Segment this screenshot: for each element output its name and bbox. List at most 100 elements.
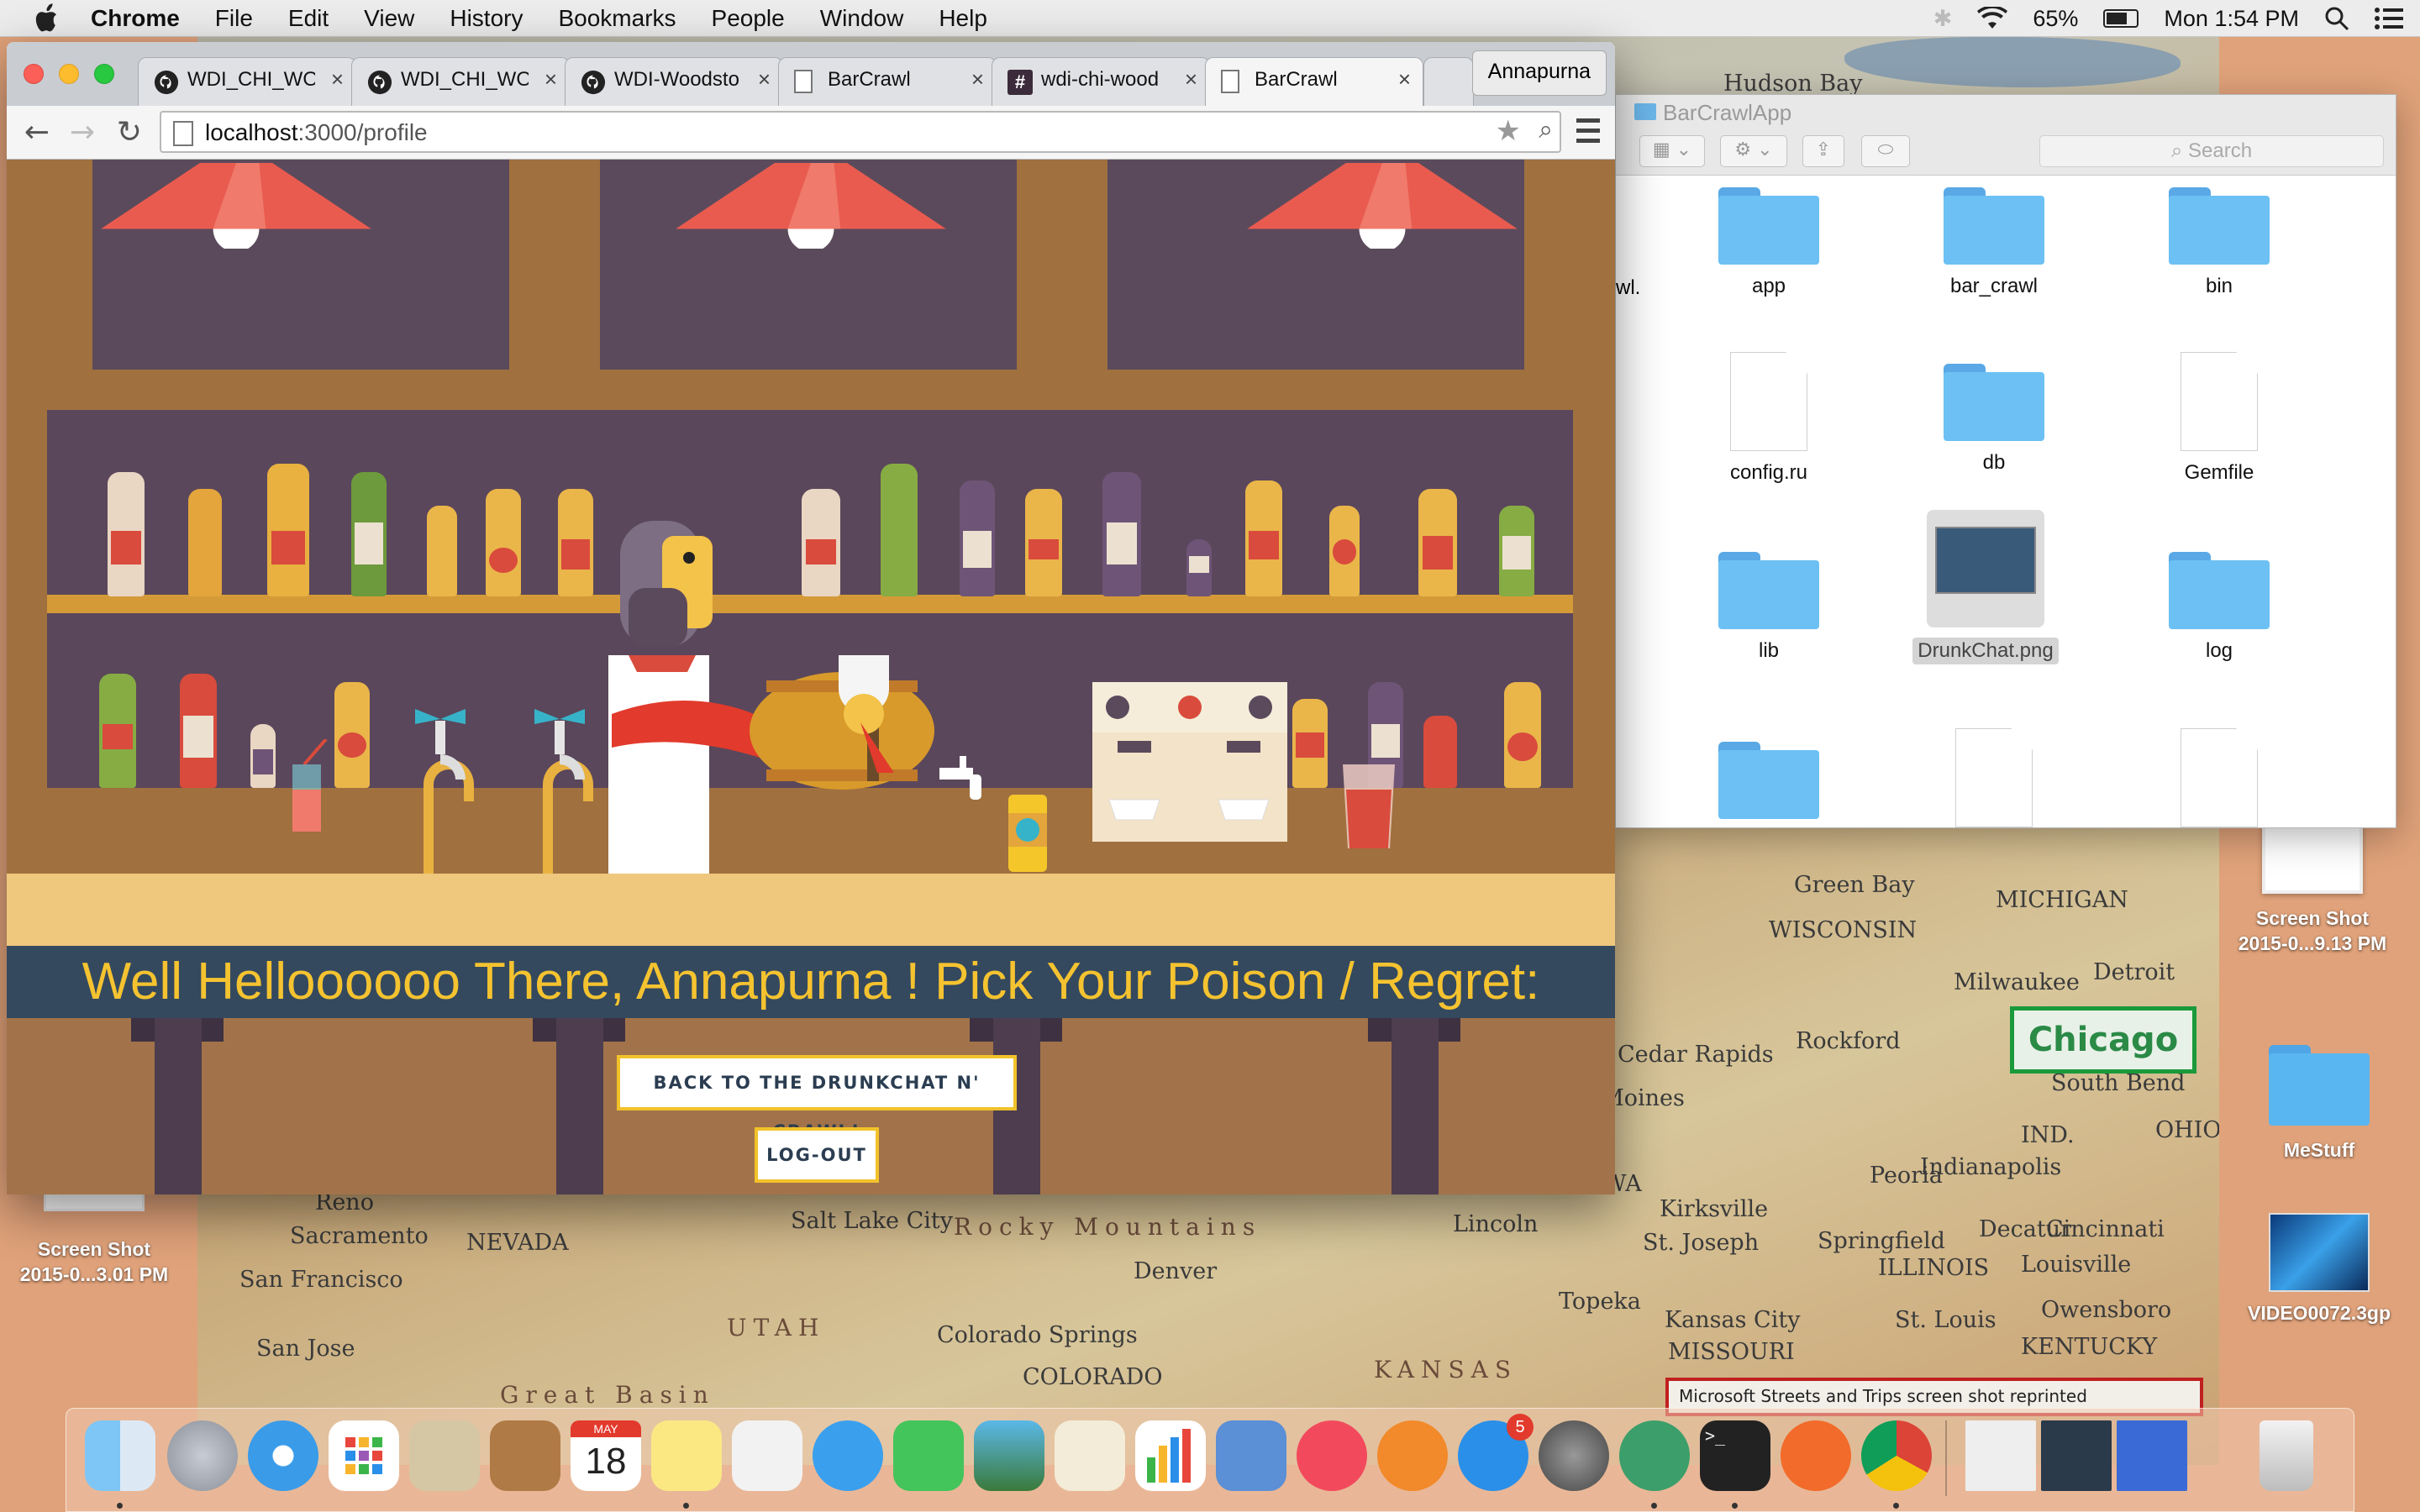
desktop-icon-mestuff[interactable]: MeStuff — [2235, 1045, 2403, 1163]
finder-item-db[interactable]: db — [1910, 364, 2078, 475]
map-label: Indianapolis — [1920, 1154, 2062, 1180]
new-tab-button[interactable] — [1423, 57, 1474, 106]
documents-stack-icon[interactable] — [2041, 1420, 2112, 1491]
tab-title: BarCrawl — [828, 68, 911, 91]
keynote-icon[interactable] — [1216, 1420, 1286, 1491]
bottle-icon — [1418, 489, 1457, 596]
close-tab-icon[interactable]: × — [1185, 66, 1197, 92]
notes-icon[interactable] — [651, 1420, 722, 1491]
pencil-app-icon[interactable] — [1781, 1420, 1851, 1491]
logout-button[interactable]: LOG-OUT — [755, 1127, 879, 1183]
safari-compass-icon[interactable] — [248, 1420, 318, 1491]
map-label: Colorado Springs — [937, 1322, 1138, 1348]
close-tab-icon[interactable]: × — [544, 66, 557, 92]
ibooks-icon[interactable] — [1377, 1420, 1448, 1491]
contacts-book-icon[interactable] — [490, 1420, 560, 1491]
finder-app-icon[interactable] — [85, 1420, 155, 1491]
menu-help[interactable]: Help — [939, 5, 987, 32]
close-tab-icon[interactable]: × — [971, 66, 984, 92]
screenshot-stack-icon[interactable] — [2117, 1420, 2187, 1491]
menu-app-name[interactable]: Chrome — [91, 5, 180, 32]
finder-item-bin[interactable]: bin — [2135, 187, 2303, 298]
downloads-stack-icon[interactable] — [1965, 1420, 2036, 1491]
zoom-window-button[interactable] — [94, 64, 114, 84]
close-tab-icon[interactable]: × — [758, 66, 771, 92]
reload-icon[interactable]: ↻ — [111, 114, 148, 151]
finder-item-app[interactable]: app — [1685, 187, 1853, 298]
back-to-drunkchat-button[interactable]: BACK TO THE DRUNKCHAT N' CRAWL! — [617, 1055, 1017, 1142]
action-gear-icon[interactable]: ⚙ ⌄ — [1720, 135, 1787, 167]
menu-history[interactable]: History — [450, 5, 523, 32]
finder-item-drunkchat-png[interactable]: DrunkChat.png — [1902, 510, 2070, 664]
tab-2[interactable]: WDI_CHI_WO × — [351, 57, 570, 106]
finder-item-lib[interactable]: lib — [1685, 552, 1853, 663]
chicago-label-box: Chicago — [2010, 1006, 2196, 1074]
pages-icon[interactable] — [1055, 1420, 1125, 1491]
dock-separator — [1945, 1420, 1947, 1496]
spotlight-search-icon[interactable] — [2324, 6, 2349, 31]
tab-4[interactable]: BarCrawl × — [778, 57, 997, 106]
apple-icon[interactable] — [29, 0, 66, 37]
wine-glass-icon — [839, 655, 894, 773]
calendar-icon[interactable]: MAY 18 — [571, 1420, 641, 1491]
close-tab-icon[interactable]: × — [1398, 66, 1411, 92]
menu-file[interactable]: File — [215, 5, 253, 32]
trash-icon[interactable] — [2260, 1420, 2313, 1491]
finder-item-log[interactable]: log — [2135, 552, 2303, 663]
tab-6-active[interactable]: BarCrawl × — [1205, 57, 1423, 106]
github-icon — [581, 70, 606, 95]
iphoto-icon[interactable] — [974, 1420, 1044, 1491]
address-bar[interactable]: localhost:3000/profile ★ ⌕ — [160, 111, 1561, 153]
wifi-icon[interactable] — [1977, 7, 2008, 30]
menu-view[interactable]: View — [364, 5, 414, 32]
view-mode-icon[interactable]: ▦ ⌄ — [1639, 135, 1705, 167]
minimize-window-button[interactable] — [59, 64, 79, 84]
chrome-icon[interactable] — [1861, 1420, 1932, 1491]
finder-item-partial[interactable] — [1910, 728, 2078, 827]
tag-icon[interactable]: ⬭ — [1861, 135, 1910, 167]
finder-item-gemfile[interactable]: Gemfile — [2135, 352, 2303, 485]
desktop-icon-label: Screen Shot — [37, 1238, 151, 1260]
share-icon[interactable]: ⇪ — [1802, 135, 1844, 167]
system-preferences-gear-icon[interactable] — [1539, 1420, 1609, 1491]
bookmark-star-icon[interactable]: ★ — [1496, 114, 1521, 148]
finder-item-partial[interactable] — [1685, 742, 1853, 819]
zoom-magnifier-icon[interactable]: ⌕ — [1539, 116, 1553, 144]
menu-people[interactable]: People — [712, 5, 785, 32]
facetime-camera-icon[interactable] — [893, 1420, 964, 1491]
map-label: KENTUCKY — [2021, 1334, 2158, 1360]
menu-bookmarks[interactable]: Bookmarks — [558, 5, 676, 32]
battery-icon[interactable] — [2103, 9, 2139, 28]
menu-edit[interactable]: Edit — [288, 5, 329, 32]
launchpad-rocket-icon[interactable] — [167, 1420, 238, 1491]
tab-5[interactable]: # wdi-chi-wood × — [992, 57, 1210, 106]
numbers-chart-icon[interactable] — [1135, 1420, 1206, 1491]
terminal-icon[interactable]: >_ — [1700, 1420, 1770, 1491]
profile-button[interactable]: Annapurna — [1471, 50, 1607, 96]
back-arrow-icon[interactable]: ← — [18, 114, 55, 151]
finder-item-partial[interactable] — [2135, 728, 2303, 827]
launchpad-grid-icon[interactable] — [329, 1420, 399, 1491]
finder-item-config-ru[interactable]: config.ru — [1685, 352, 1853, 485]
desktop-icon-screenshot[interactable]: Screen Shot 2015-0...9.13 PM — [2228, 823, 2396, 956]
desktop-icon-screenshot-2[interactable]: Screen Shot 2015-0...3.01 PM — [10, 1186, 178, 1287]
notification-center-icon[interactable] — [2375, 7, 2403, 30]
forward-arrow-icon[interactable]: → — [64, 114, 101, 151]
finder-search-field[interactable]: ⌕ Search — [2039, 135, 2384, 167]
close-tab-icon[interactable]: × — [331, 66, 344, 92]
atom-editor-icon[interactable] — [1619, 1420, 1690, 1491]
desktop-icon-video[interactable]: VIDEO0072.3gp — [2235, 1213, 2403, 1326]
clock[interactable]: Mon 1:54 PM — [2164, 6, 2299, 32]
menu-window[interactable]: Window — [820, 5, 904, 32]
itunes-icon[interactable] — [1297, 1420, 1367, 1491]
reminders-icon[interactable] — [732, 1420, 802, 1491]
close-window-button[interactable] — [24, 64, 44, 84]
chrome-menu-icon[interactable] — [1570, 113, 1607, 150]
messages-bubble-icon[interactable] — [813, 1420, 883, 1491]
mail-stamp-icon[interactable] — [409, 1420, 480, 1491]
finder-item-bar-crawl[interactable]: bar_crawl — [1910, 187, 2078, 298]
bluetooth-icon[interactable]: ✱ — [1933, 6, 1953, 32]
app-store-icon[interactable]: 5 — [1458, 1414, 1534, 1491]
tab-1[interactable]: WDI_CHI_WO × — [138, 57, 356, 106]
tab-3[interactable]: WDI-Woodsto × — [565, 57, 783, 106]
